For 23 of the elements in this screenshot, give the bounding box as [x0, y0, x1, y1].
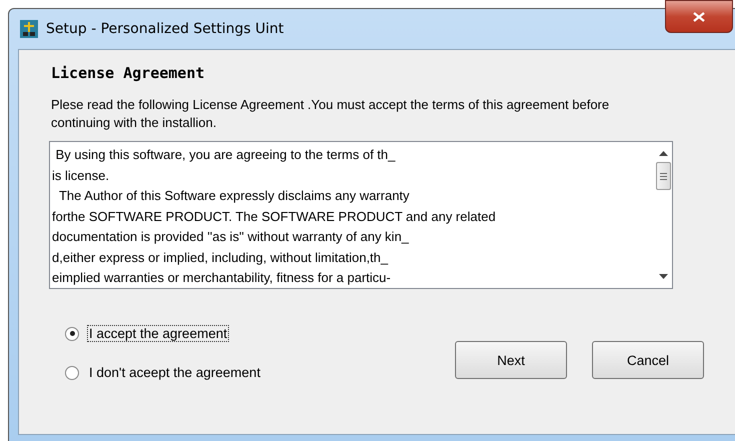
license-line: The Author of this Software expressly disclaims any warranty	[58, 187, 410, 205]
section-heading: License Agreement	[51, 64, 206, 82]
radio-label[interactable]: I accept the agreement	[87, 325, 230, 342]
license-line: documentation is provided ''as is'' without warranty of any kin_	[52, 228, 410, 246]
cancel-button[interactable]: Cancel	[592, 341, 704, 379]
radio-button[interactable]	[65, 366, 79, 380]
radio-button[interactable]	[65, 326, 79, 340]
scroll-up-icon[interactable]	[659, 150, 668, 156]
window-title: Setup - Personalized Settings Uint	[46, 21, 284, 37]
next-button[interactable]: Next	[455, 341, 567, 379]
app-icon	[20, 20, 38, 38]
close-button[interactable]	[665, 0, 733, 33]
intro-text: Plese read the following License Agreement .You must accept the terms of this agreement before continuing with the installion.	[51, 96, 610, 132]
license-text-box[interactable]	[49, 141, 673, 289]
close-icon	[693, 12, 705, 22]
radio-label[interactable]: I don't aceept the agreement	[87, 364, 262, 381]
license-line: is license.	[52, 166, 110, 184]
license-line: forthe SOFTWARE PRODUCT. The SOFTWARE PRODUCT and any related	[52, 208, 497, 226]
scroll-thumb[interactable]	[656, 162, 671, 190]
scroll-down-icon[interactable]	[659, 274, 668, 280]
license-line: eimplied warranties or merchantability, fitness for a particu-	[52, 269, 392, 287]
license-line: By using this software, you are agreeing to the terms of th_	[54, 146, 396, 164]
license-line: d,either express or implied, including, without limitation,th_	[52, 248, 390, 267]
